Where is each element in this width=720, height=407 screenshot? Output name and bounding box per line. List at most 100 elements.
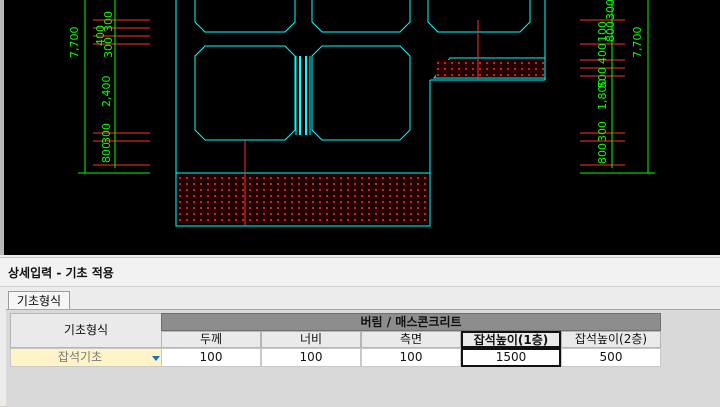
hatch-dot [472, 68, 474, 70]
hatch-dot [186, 201, 188, 203]
cell-thickness[interactable]: 100 [161, 348, 261, 367]
hatch-dot [263, 201, 265, 203]
foundation-type-value: 잡석기초 [57, 350, 103, 364]
hatch-dot [270, 195, 272, 197]
hatch-dot [298, 201, 300, 203]
hatch-dot [277, 219, 279, 221]
tab-foundation-type[interactable]: 기초형식 [8, 291, 70, 310]
hatch-dot [242, 207, 244, 209]
hatch-dot [207, 207, 209, 209]
hatch-dot [375, 213, 377, 215]
dim-left-2: 300 [102, 37, 115, 58]
hatch-dot [354, 195, 356, 197]
hatch-dot [319, 219, 321, 221]
canvas-left-border [0, 0, 4, 255]
hatch-dot [368, 201, 370, 203]
hatch-dot [284, 177, 286, 179]
hatch-dot [214, 177, 216, 179]
hatch-dot [382, 177, 384, 179]
hatch-dot [228, 177, 230, 179]
hatch-dot [340, 177, 342, 179]
hatch-dot [186, 189, 188, 191]
foundation-type-select[interactable]: 잡석기초 [10, 348, 163, 367]
hatch-dot [235, 177, 237, 179]
hatch-dot [410, 189, 412, 191]
cell-stone-height-1[interactable]: 1500 [461, 348, 561, 367]
hatch-dot [200, 177, 202, 179]
hatch-dot [319, 189, 321, 191]
hatch-dot [340, 195, 342, 197]
hatch-dot [214, 189, 216, 191]
hatch-dot [403, 183, 405, 185]
hatch-dot [354, 207, 356, 209]
hatch-dot [389, 189, 391, 191]
col-header-thickness: 두께 [161, 331, 261, 348]
hatch-dot [396, 213, 398, 215]
hatch-dot [291, 189, 293, 191]
hatch-dot [193, 219, 195, 221]
hatch-dot [340, 189, 342, 191]
hatch-dot [458, 62, 460, 64]
cad-drawing: 7,700 400 300 300 2,400 800 300 100 400 … [68, 0, 655, 227]
hatch-dot [535, 74, 537, 76]
hatch-dot [249, 207, 251, 209]
hatch-dot [389, 183, 391, 185]
hatch-dot [396, 201, 398, 203]
hatch-dot [417, 213, 419, 215]
hatch-dot [396, 177, 398, 179]
hatch-dot [277, 195, 279, 197]
hatch-dot [312, 189, 314, 191]
hatch-dot [221, 195, 223, 197]
hatch-dot [207, 219, 209, 221]
cad-drawing-canvas[interactable]: 7,700 400 300 300 2,400 800 300 100 400 … [0, 0, 720, 255]
hatch-dot [263, 219, 265, 221]
hatch-dot [396, 183, 398, 185]
hatch-dot [410, 177, 412, 179]
hatch-dot [403, 195, 405, 197]
hatch-dot [193, 207, 195, 209]
hatch-dot [368, 213, 370, 215]
hatch-dot [493, 74, 495, 76]
hatch-dot [312, 219, 314, 221]
hatch-dot [284, 183, 286, 185]
hatch-dot [235, 195, 237, 197]
hatch-dot [417, 183, 419, 185]
hatch-dot [361, 177, 363, 179]
hatch-dot [417, 219, 419, 221]
hatch-dot [479, 68, 481, 70]
hatch-dot [298, 189, 300, 191]
hatch-dot [417, 207, 419, 209]
hatch-dot [382, 195, 384, 197]
hatch-dot [486, 62, 488, 64]
dim-left-total: 7,700 [68, 27, 81, 59]
hatch-dot [410, 201, 412, 203]
hatch-dot [270, 207, 272, 209]
col-header-width: 너비 [261, 331, 361, 348]
hatch-dot [179, 195, 181, 197]
hatch-dot [319, 201, 321, 203]
hatch-dot [193, 177, 195, 179]
hatch-dot [200, 219, 202, 221]
hatch-dot [228, 213, 230, 215]
detail-input-panel: 상세입력 - 기초 적용 기초형식 기초형식 버림 / 매스콘크리트 두께 너비… [0, 255, 720, 407]
hatch-dot [347, 207, 349, 209]
hatch-dot [458, 74, 460, 76]
cell-width[interactable]: 100 [261, 348, 361, 367]
hatch-dot [403, 201, 405, 203]
hatch-dot [528, 74, 530, 76]
hatch-dot [347, 195, 349, 197]
hatch-dot [256, 219, 258, 221]
hatch-dot [368, 183, 370, 185]
hatch-dot [361, 219, 363, 221]
hatch-dot [340, 201, 342, 203]
hatch-dot [291, 177, 293, 179]
hatch-dot [417, 201, 419, 203]
dim-right-4: 800 [596, 143, 609, 164]
cell-stone-height-2[interactable]: 500 [561, 348, 661, 367]
hatch-dot [291, 195, 293, 197]
col-header-stone-height-2: 잡석높이(2층) [561, 331, 661, 348]
hatch-dot [207, 201, 209, 203]
col-header-stone-height-1: 잡석높이(1층) [461, 331, 561, 348]
cell-side[interactable]: 100 [361, 348, 461, 367]
hatch-dot [179, 201, 181, 203]
